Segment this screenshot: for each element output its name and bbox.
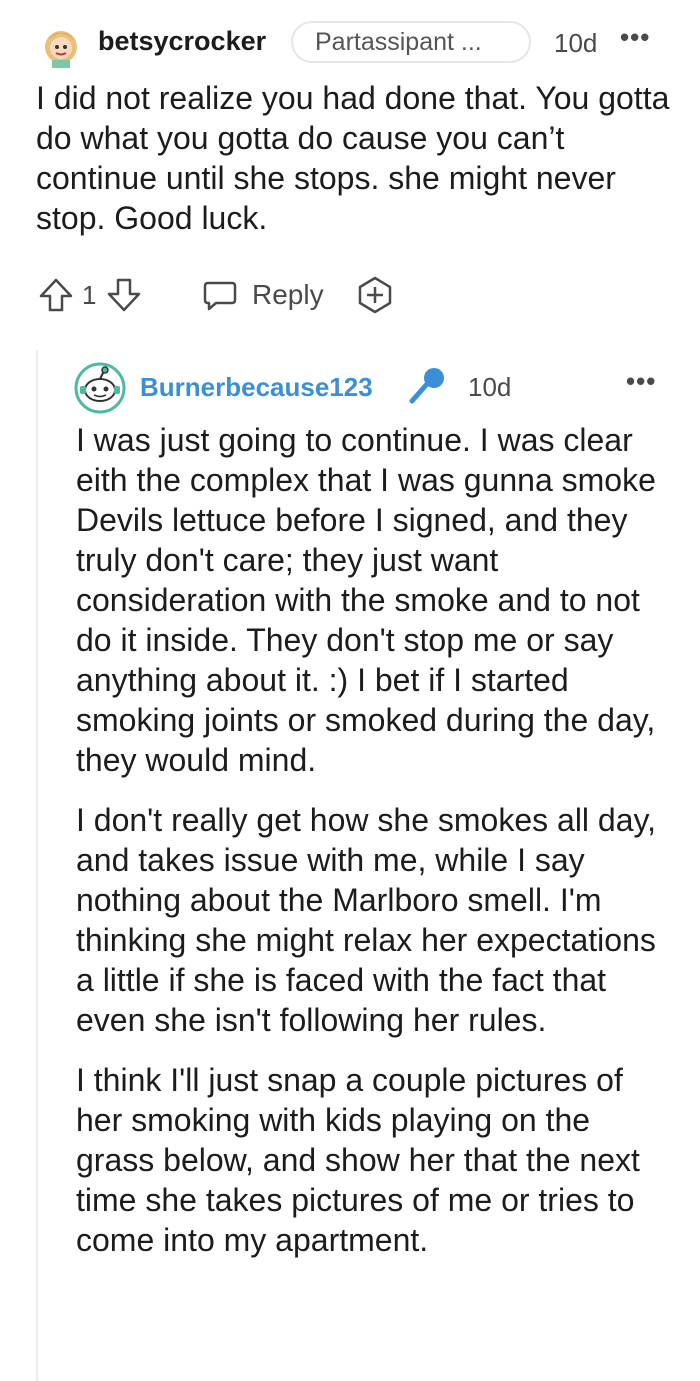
award-button[interactable] — [354, 272, 396, 318]
comment-body: I was just going to continue. I was clea… — [76, 420, 676, 1280]
thread-line[interactable] — [36, 350, 38, 1381]
reply-button[interactable]: Reply — [200, 272, 324, 318]
avatar[interactable] — [74, 362, 126, 414]
user-flair: Partassipant ... — [291, 21, 531, 63]
award-plus-icon — [358, 276, 392, 314]
downvote-button[interactable] — [104, 272, 144, 318]
comment-body: I did not realize you had done that. You… — [36, 80, 670, 236]
comment-actions: 1 Reply — [36, 272, 416, 318]
chat-bubble-icon — [203, 281, 237, 311]
upvote-button[interactable] — [36, 272, 76, 318]
more-options-icon[interactable]: ••• — [620, 22, 650, 53]
vote-count: 1 — [82, 279, 97, 310]
downvote-icon — [107, 278, 141, 312]
comment-paragraph: I was just going to continue. I was clea… — [76, 422, 656, 778]
username[interactable]: Burnerbecause123 — [140, 372, 373, 403]
more-options-icon[interactable]: ••• — [626, 366, 656, 397]
timestamp: 10d — [468, 372, 512, 402]
microphone-icon — [409, 368, 444, 404]
reply-label: Reply — [252, 279, 324, 310]
comment-paragraph: I don't really get how she smokes all da… — [76, 802, 657, 1038]
avatar[interactable] — [38, 22, 84, 68]
comment-paragraph: I think I'll just snap a couple pictures… — [76, 1062, 640, 1258]
timestamp: 10d — [554, 28, 598, 58]
upvote-icon — [39, 278, 73, 312]
username[interactable]: betsycrocker — [98, 26, 266, 57]
